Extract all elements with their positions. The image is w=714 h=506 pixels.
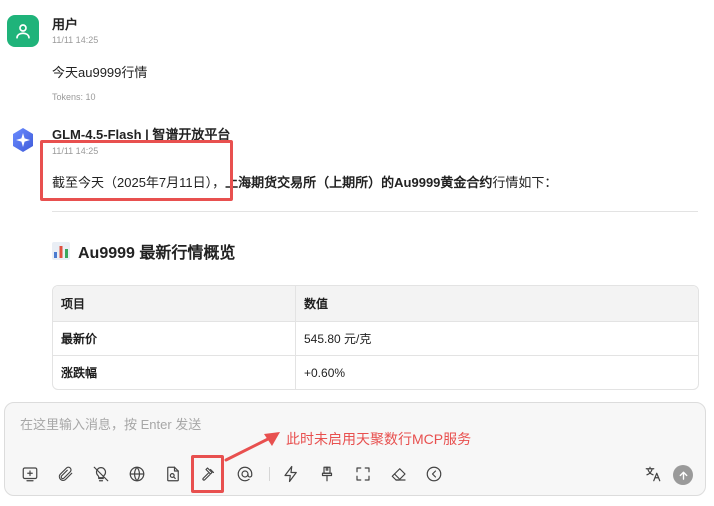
user-name: 用户 <box>52 17 79 32</box>
new-topic-icon <box>22 467 38 482</box>
globe-icon <box>129 466 145 482</box>
file-search-icon <box>167 466 179 482</box>
attachment-icon <box>58 466 73 481</box>
send-button[interactable] <box>673 465 693 485</box>
table-cell: 最新价 <box>53 322 296 355</box>
knowledge-base-button[interactable] <box>162 463 184 485</box>
date-highlight-box <box>40 140 233 201</box>
table-header-cell: 项目 <box>53 286 296 321</box>
table-row: 涨跌幅 +0.60% <box>53 355 698 389</box>
user-avatar <box>7 15 39 47</box>
lightning-icon <box>284 465 297 483</box>
table-header-cell: 数值 <box>304 297 329 311</box>
mention-button[interactable] <box>234 463 256 485</box>
toolbar-separator <box>269 467 270 481</box>
person-icon <box>16 24 30 39</box>
eraser-icon <box>391 468 406 481</box>
user-token-count: Tokens: 10 <box>52 92 96 102</box>
message-composer <box>4 402 706 496</box>
divider <box>52 211 698 212</box>
translate-button[interactable] <box>642 463 664 485</box>
table-cell: 545.80 元/克 <box>304 332 372 346</box>
expand-button[interactable] <box>352 463 374 485</box>
annotation-arrow <box>224 432 280 462</box>
table-row: 最新价 545.80 元/克 <box>53 321 698 355</box>
bar-chart-icon <box>52 242 70 260</box>
quick-phrase-button[interactable] <box>280 463 302 485</box>
table-header-row: 项目 数值 <box>53 286 698 321</box>
clear-context-button[interactable] <box>316 463 338 485</box>
attachment-button[interactable] <box>54 463 76 485</box>
new-topic-button[interactable] <box>19 463 41 485</box>
fullscreen-icon <box>356 467 370 481</box>
table-cell: 涨跌幅 <box>53 356 296 389</box>
ai-intro-bold: 上海期货交易所（上期所）的Au9999黄金合约 <box>225 175 493 190</box>
user-message-text: 今天au9999行情 <box>52 65 148 80</box>
translate-icon <box>645 466 661 482</box>
table-cell: +0.60% <box>304 365 346 380</box>
chevron-left-circle-icon <box>426 466 442 482</box>
section-title-text: Au9999 最新行情概览 <box>78 245 236 262</box>
ai-intro-suffix: 行情如下： <box>492 175 558 190</box>
web-search-button[interactable] <box>126 463 148 485</box>
section-title: Au9999 最新行情概览 <box>52 239 235 263</box>
collapse-button[interactable] <box>423 463 445 485</box>
quote-table: 项目 数值 最新价 545.80 元/克 涨跌幅 +0.60% <box>52 285 699 390</box>
at-icon <box>237 466 253 482</box>
brush-icon <box>321 466 333 482</box>
annotation-text: 此时未启用天聚数行MCP服务 <box>286 431 472 447</box>
send-icon <box>679 471 687 480</box>
clear-messages-button[interactable] <box>388 463 410 485</box>
user-timestamp: 11/11 14:25 <box>52 35 99 45</box>
reasoning-toggle-button[interactable] <box>90 463 112 485</box>
lightbulb-off-icon <box>93 466 109 482</box>
sparkle-logo-icon <box>13 128 33 152</box>
